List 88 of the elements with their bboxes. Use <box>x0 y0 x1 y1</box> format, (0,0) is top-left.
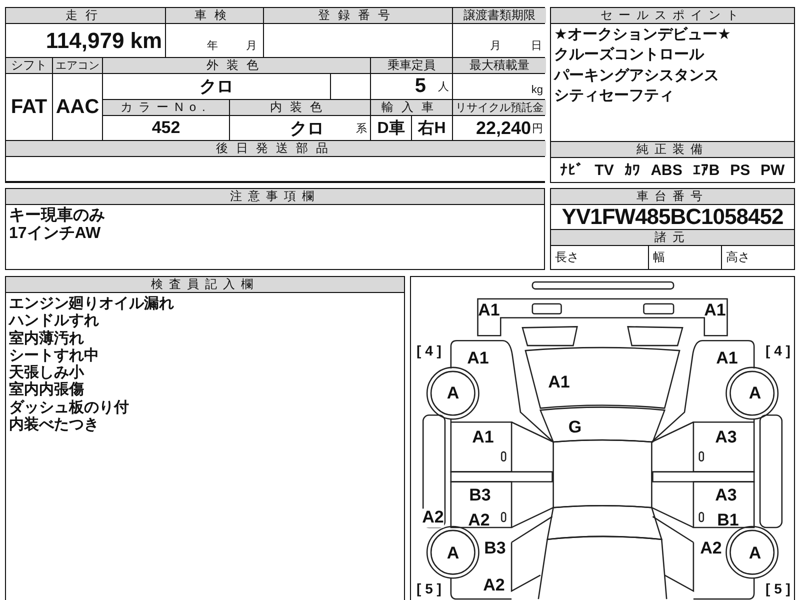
interior-color-header: 内装色 <box>230 100 370 115</box>
max-load-header: 最大積載量 <box>453 58 546 73</box>
import-header: 輸入車 <box>371 100 452 115</box>
dealer-import-value: D車 <box>371 116 411 140</box>
chassis-header: 車台番号 <box>551 189 794 205</box>
spec-cell: 幅 <box>648 246 721 269</box>
inspector-note-text: ハンドルすれ <box>9 312 100 330</box>
equipment-text: ｴｱB <box>692 162 720 178</box>
note-text: キー現車のみ <box>9 207 106 226</box>
year-unit: 年 <box>207 39 218 53</box>
equipment-text: PW <box>760 162 785 178</box>
steering-value: 右H <box>412 116 452 140</box>
tire-tread-mark: [ 4 ] <box>416 343 442 359</box>
inspection-header: 車検 <box>166 8 263 23</box>
chassis-number: YV1FW485BC1058452 <box>562 204 784 230</box>
note-text: 17インチAW <box>9 225 102 244</box>
yen-unit: 円 <box>532 122 543 136</box>
inspector-note-text: 室内薄汚れ <box>9 330 85 347</box>
sales-point-text: ★オークションデビュー★ <box>554 26 732 44</box>
inspector-note-text: 室内内張傷 <box>9 381 85 398</box>
damage-grade-mark: A2 <box>700 540 722 558</box>
damage-grade-mark: B3 <box>484 540 506 558</box>
notes-header: 注意事項欄 <box>6 189 544 205</box>
shift-value: FAT <box>6 74 52 140</box>
mileage-header: 走行 <box>6 8 165 23</box>
equipment-text: ABS <box>650 162 682 178</box>
damage-grade-mark: G <box>568 418 582 438</box>
recycle-fee-header: リサイクル預託金 <box>453 100 546 115</box>
tire-tread-mark: [ 5 ] <box>416 581 442 597</box>
equipment-text: ﾅﾋﾞ <box>560 162 584 178</box>
damage-grade-mark: A <box>446 384 460 404</box>
damage-grade-mark: B1 <box>717 512 739 530</box>
damage-grade-mark: A2 <box>422 508 444 528</box>
inspector-note-text: シートすれ中 <box>9 346 100 364</box>
day-unit: 日 <box>531 39 542 53</box>
damage-grade-mark: A1 <box>704 302 726 320</box>
inspector-note-text: エンジン廻りオイル漏れ <box>9 295 175 312</box>
damage-grade-mark: A3 <box>715 486 737 506</box>
damage-grade-mark: B3 <box>469 486 491 506</box>
interior-color-value: クロ <box>290 118 324 140</box>
inspector-note-text: 天張しみ小 <box>9 364 86 381</box>
registration-header: 登録番号 <box>264 8 452 23</box>
equipment-text: TV <box>594 162 614 178</box>
damage-grade-mark: A1 <box>478 302 500 320</box>
inspector-note-text: 内装べたつき <box>9 416 100 433</box>
capacity-header: 乗車定員 <box>371 58 452 73</box>
damage-grade-mark: A1 <box>472 428 494 448</box>
equipment-text: ｶﾜ <box>624 162 640 178</box>
capacity-value: 5 <box>414 75 426 98</box>
interior-color-suffix: 系 <box>356 122 367 136</box>
color-number-header: カラーNo. <box>103 100 229 115</box>
color-number-value: 452 <box>103 116 229 140</box>
damage-grade-mark: A2 <box>483 576 505 596</box>
max-load-unit: kg <box>531 84 543 96</box>
month-unit: 月 <box>246 39 257 53</box>
sales-point-text: クルーズコントロール <box>554 46 706 64</box>
spec-cell: 高さ <box>721 246 794 269</box>
sales-points-header: セールスポイント <box>551 8 794 24</box>
damage-grade-mark: A3 <box>715 428 737 448</box>
parts-later-header: 後日発送部品 <box>6 141 546 156</box>
aircon-value: AAC <box>53 74 102 140</box>
damage-grade-mark: A1 <box>716 350 738 368</box>
mileage-unit: km <box>130 28 162 54</box>
mileage-value: 114,979 <box>46 28 124 54</box>
equipment-text: PS <box>730 162 750 178</box>
inspector-note-text: ダッシュ板のり付 <box>9 398 130 416</box>
damage-grade-mark: A1 <box>548 374 570 392</box>
specs-header: 諸元 <box>551 230 794 246</box>
exterior-color-value: クロ <box>103 74 330 99</box>
inspector-header: 検査員記入欄 <box>6 277 404 293</box>
tire-tread-mark: [ 4 ] <box>766 343 790 359</box>
damage-grade-mark: A <box>446 544 460 564</box>
recycle-fee-value: 22,240 <box>476 118 531 138</box>
exterior-color-header: 外装色 <box>103 58 370 73</box>
capacity-unit: 人 <box>438 80 449 94</box>
month-unit: 月 <box>490 39 501 53</box>
transfer-deadline-header: 譲渡書類期限 <box>453 8 546 23</box>
equipment-header: 純正装備 <box>551 141 794 158</box>
damage-grade-mark: A <box>748 544 762 564</box>
damage-grade-mark: A <box>748 384 762 404</box>
sales-point-text: シティセーフティ <box>554 86 675 104</box>
tire-tread-mark: [ 5 ] <box>766 581 790 597</box>
sales-point-text: パーキングアシスタンス <box>554 66 720 84</box>
aircon-header: エアコン <box>53 58 102 73</box>
shift-header: シフト <box>6 58 52 73</box>
damage-grade-mark: A2 <box>468 512 490 530</box>
damage-grade-mark: A1 <box>467 350 489 368</box>
spec-cell-text: 長さ <box>554 249 580 266</box>
